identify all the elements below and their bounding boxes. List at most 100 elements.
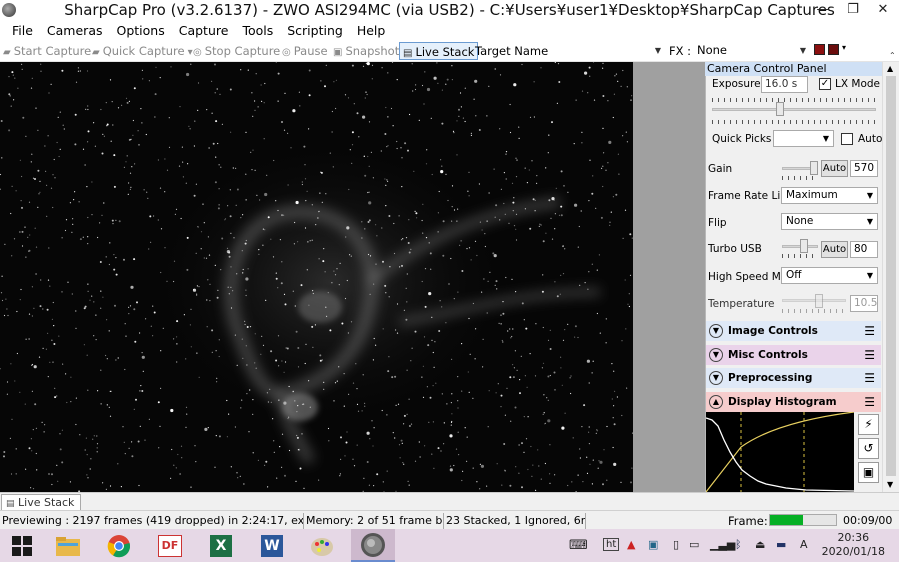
phone-icon[interactable]: ▭ xyxy=(689,538,699,551)
status-bar: Previewing : 2197 frames (419 dropped) i… xyxy=(0,510,899,529)
menu-cameras[interactable]: Cameras xyxy=(40,22,110,40)
hamburger-menu-icon[interactable]: ☰ xyxy=(864,396,875,408)
scrollbar-thumb[interactable] xyxy=(886,76,896,476)
exposure-field[interactable]: 16.0 s xyxy=(761,76,808,93)
histogram-plot xyxy=(705,411,855,493)
chrome-icon[interactable] xyxy=(97,529,141,562)
toolbar: ▰ Start Capture ▰ Quick Capture ▾ ◎ Stop Cap… xyxy=(0,40,899,62)
high-speed-select[interactable]: Off ▼ xyxy=(781,267,878,284)
fx-select[interactable]: None ▼ xyxy=(694,42,809,59)
hamburger-menu-icon[interactable]: ☰ xyxy=(864,349,875,361)
turbo-usb-slider-thumb[interactable] xyxy=(800,239,808,253)
word-icon[interactable]: W xyxy=(250,529,294,562)
hamburger-menu-icon[interactable]: ☰ xyxy=(864,325,875,337)
menu-capture[interactable]: Capture xyxy=(172,22,236,40)
close-button[interactable]: ✕ xyxy=(868,0,898,22)
window-title: SharpCap Pro (v3.2.6137) - ZWO ASI294MC … xyxy=(64,1,835,19)
input-language-icon[interactable]: A xyxy=(800,538,808,551)
scroll-down-icon[interactable]: ▼ xyxy=(887,480,893,489)
gain-auto-button[interactable]: Auto xyxy=(821,160,848,177)
stop-capture-label: Stop Capture xyxy=(204,44,281,58)
hamburger-menu-icon[interactable]: ☰ xyxy=(864,372,875,384)
turbo-usb-field[interactable]: 80 xyxy=(850,241,878,258)
network-drive-icon[interactable]: ▣ xyxy=(648,538,658,551)
quick-capture-icon: ▰ xyxy=(92,47,100,58)
lightning-icon[interactable]: ⚡ xyxy=(858,414,879,435)
auto-checkbox[interactable] xyxy=(841,133,853,145)
bluetooth-icon[interactable]: ᛒ xyxy=(735,538,742,551)
stop-capture-button[interactable]: ◎ Stop Capture xyxy=(193,42,280,60)
quick-capture-button[interactable]: ▰ Quick Capture ▾ xyxy=(92,42,196,60)
panel-scrollbar[interactable]: ▲ ▼ xyxy=(882,62,899,492)
display-icon[interactable]: ▬ xyxy=(776,538,786,551)
turbo-usb-auto-button[interactable]: Auto xyxy=(821,241,848,258)
pin-icon[interactable]: ⌃ xyxy=(889,51,896,60)
menu-file[interactable]: File xyxy=(5,22,40,40)
menu-tools[interactable]: Tools xyxy=(235,22,280,40)
system-clock[interactable]: 20:36 2020/01/18 xyxy=(822,531,885,559)
snapshot-button[interactable]: ▣ Snapshot xyxy=(333,42,399,60)
temperature-ticks xyxy=(782,309,846,313)
restore-button[interactable]: ❐ xyxy=(838,0,868,22)
battery-icon[interactable]: ▯ xyxy=(673,538,679,551)
temperature-slider-track xyxy=(782,299,846,302)
live-stack-tab[interactable]: ▤ Live Stack xyxy=(1,494,82,511)
chevron-down-icon: ▼ xyxy=(866,217,873,226)
scroll-up-icon[interactable]: ▲ xyxy=(887,64,893,73)
flip-select[interactable]: None ▼ xyxy=(781,213,878,230)
section-image-controls[interactable]: ▼ Image Controls ☰ xyxy=(706,321,881,341)
clock-time: 20:36 xyxy=(837,531,870,544)
color-swatch-icon[interactable] xyxy=(814,44,825,55)
menu-help[interactable]: Help xyxy=(350,22,393,40)
gain-field[interactable]: 570 xyxy=(850,160,878,177)
start-capture-button[interactable]: ▰ Start Capture xyxy=(3,42,91,60)
temperature-field: 10.5 xyxy=(850,295,878,312)
ime-icon[interactable]: ht xyxy=(603,538,620,551)
frame-rate-value: Maximum xyxy=(786,189,838,201)
camera-image-view[interactable] xyxy=(0,62,633,492)
pdf-app-icon[interactable]: DF xyxy=(148,529,192,562)
chevron-down-icon: ▼ xyxy=(709,371,723,385)
stacked-status: 23 Stacked, 1 Ignored, 6m xyxy=(446,513,586,529)
excel-icon[interactable]: X xyxy=(199,529,243,562)
auto-label: Auto xyxy=(858,133,883,145)
save-icon[interactable]: ▣ xyxy=(858,462,879,483)
file-explorer-icon[interactable] xyxy=(46,529,90,562)
gain-slider-thumb[interactable] xyxy=(810,161,818,175)
target-name-field[interactable]: ▼ xyxy=(552,42,664,59)
chevron-down-icon: ▼ xyxy=(709,348,723,362)
section-display-histogram[interactable]: ▲ Display Histogram Stretch ☰ xyxy=(706,392,881,428)
clock-date: 2020/01/18 xyxy=(821,545,885,558)
color-swatch-icon[interactable] xyxy=(828,44,839,55)
pause-button[interactable]: ◎ Pause xyxy=(282,42,328,60)
reset-icon[interactable]: ↺ xyxy=(858,438,879,459)
menu-options[interactable]: Options xyxy=(110,22,172,40)
live-stack-button[interactable]: ▤ Live Stack xyxy=(399,42,479,60)
exposure-slider-track[interactable] xyxy=(712,108,876,111)
chevron-down-icon[interactable]: ▾ xyxy=(842,43,846,52)
lx-mode-checkbox[interactable]: ✓ xyxy=(819,78,831,90)
minimize-button[interactable]: — xyxy=(808,0,838,22)
signal-icon[interactable]: ▁▃▅ xyxy=(710,538,735,551)
snapshot-label: Snapshot xyxy=(345,44,400,58)
stack-icon: ▤ xyxy=(6,499,15,509)
exposure-ticks xyxy=(712,120,876,124)
paint-icon[interactable] xyxy=(300,529,344,562)
usb-eject-icon[interactable]: ⏏ xyxy=(755,538,765,551)
windows-start-icon[interactable] xyxy=(0,529,44,562)
chevron-up-icon: ▲ xyxy=(709,395,723,409)
frame-rate-select[interactable]: Maximum ▼ xyxy=(781,187,878,204)
acrobat-tray-icon[interactable]: ▲ xyxy=(627,538,635,551)
quick-picks-select[interactable]: ▼ xyxy=(773,130,834,147)
histogram-display[interactable] xyxy=(705,411,855,493)
exposure-label: Exposure xyxy=(712,78,761,90)
target-name-label: Target Name : xyxy=(475,44,556,58)
exposure-slider-thumb[interactable] xyxy=(776,102,784,116)
sharpcap-taskbar-icon[interactable] xyxy=(351,529,395,562)
section-preprocessing[interactable]: ▼ Preprocessing ☰ xyxy=(706,368,881,388)
turbo-usb-label: Turbo USB xyxy=(708,243,762,255)
keyboard-icon[interactable]: ⌨ xyxy=(569,538,588,553)
fx-value: None xyxy=(697,43,728,57)
section-misc-controls[interactable]: ▼ Misc Controls ☰ xyxy=(706,345,881,365)
menu-scripting[interactable]: Scripting xyxy=(280,22,350,40)
